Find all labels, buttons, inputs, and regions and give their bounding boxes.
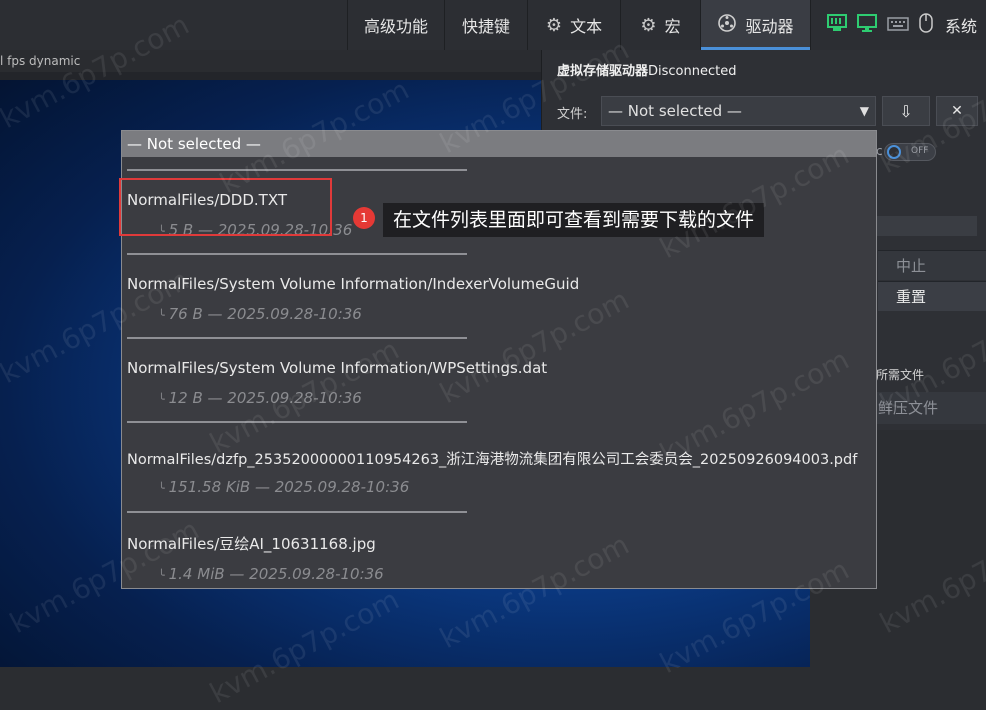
drive-icon [717, 13, 737, 38]
step-badge: 1 [353, 207, 375, 229]
menu-driver-label: 驱动器 [745, 17, 794, 36]
menu-advanced[interactable]: 高级功能 [347, 0, 444, 50]
gear-icon: ⚙ [545, 14, 563, 36]
file-meta-text: 12 B — 2025.09.28-10:36 [168, 389, 362, 407]
tree-branch-icon: ╰ [158, 393, 165, 406]
gear-icon: ⚙ [640, 14, 657, 36]
mouse-icon[interactable] [919, 13, 933, 37]
menu-system[interactable]: 系统 [945, 13, 977, 37]
separator [127, 511, 467, 513]
file-name: NormalFiles/豆绘AI_10631168.jpg [127, 535, 376, 553]
need-file-label: 所需文件 [876, 368, 925, 382]
menu-shortcut[interactable]: 快捷键 [444, 0, 527, 50]
menu-macro[interactable]: ⚙ 宏 [620, 0, 700, 50]
file-meta: ╰ 1.4 MiB — 2025.09.28-10:36 [158, 565, 384, 583]
panel-title-label: 虚拟存储驱动器 [557, 64, 649, 79]
file-meta: ╰ 151.58 KiB — 2025.09.28-10:36 [158, 478, 409, 496]
file-meta: ╰ 12 B — 2025.09.28-10:36 [158, 389, 362, 407]
file-name: NormalFiles/System Volume Information/WP… [127, 359, 548, 377]
file-meta-text: 151.58 KiB — 2025.09.28-10:36 [168, 478, 410, 496]
close-icon: ✕ [951, 103, 963, 119]
file-meta-text: 1.4 MiB — 2025.09.28-10:36 [168, 565, 384, 583]
file-name: NormalFiles/System Volume Information/In… [127, 275, 580, 293]
menu-advanced-label: 高级功能 [363, 17, 428, 36]
toggle-state: OFF [911, 146, 929, 156]
tree-branch-icon: ╰ [158, 569, 165, 582]
menu-text-label: 文本 [570, 17, 603, 36]
screen-strip [0, 72, 545, 80]
panel-title: 虚拟存储驱动器Disconnected [557, 60, 736, 79]
toggle-switch[interactable]: OFF [884, 143, 936, 161]
separator [127, 253, 467, 255]
keyboard-icon[interactable] [887, 16, 909, 35]
separator [127, 337, 467, 339]
stop-button[interactable]: 中止 [878, 250, 986, 280]
connection-status: Disconnected [648, 64, 737, 79]
file-label: 文件: [557, 107, 588, 122]
separator [127, 169, 467, 171]
top-menu-bar: 高级功能 快捷键 ⚙ 文本 ⚙ 宏 驱动器 系统 [0, 0, 986, 51]
video-status-bar: l fps dynamic [0, 50, 545, 72]
popup-header[interactable]: — Not selected — [122, 131, 876, 157]
menu-shortcut-label: 快捷键 [461, 17, 510, 36]
extract-file-button[interactable]: 鲜压文件 [876, 392, 986, 424]
file-meta-text: 76 B — 2025.09.28-10:36 [168, 305, 362, 323]
menu-text[interactable]: ⚙ 文本 [527, 0, 620, 50]
menu-driver[interactable]: 驱动器 [700, 0, 810, 50]
file-select-value: — Not selected — [608, 102, 742, 120]
download-icon: ⇩ [899, 101, 913, 121]
file-select[interactable]: — Not selected — ▼ [601, 96, 876, 126]
reset-button[interactable]: 重置 [878, 281, 986, 311]
annotation-callout: 在文件列表里面即可查看到需要下载的文件 [383, 203, 765, 237]
download-button[interactable]: ⇩ [882, 96, 930, 126]
status-icons-group: 系统 [810, 0, 986, 50]
highlight-box [119, 178, 332, 236]
tree-branch-icon: ╰ [158, 482, 165, 495]
progress-bar [877, 216, 977, 236]
toggle-knob [887, 145, 901, 159]
menu-macro-label: 宏 [664, 17, 681, 36]
file-meta: ╰ 76 B — 2025.09.28-10:36 [158, 305, 362, 323]
dropdown-arrow-icon: ▼ [859, 104, 869, 118]
close-button[interactable]: ✕ [936, 96, 978, 126]
file-name: NormalFiles/dzfp_25352000000110954263_浙江… [127, 452, 858, 468]
network-icon[interactable] [827, 14, 847, 36]
separator [127, 421, 467, 423]
tree-branch-icon: ╰ [158, 309, 165, 322]
monitor-icon[interactable] [857, 14, 877, 36]
